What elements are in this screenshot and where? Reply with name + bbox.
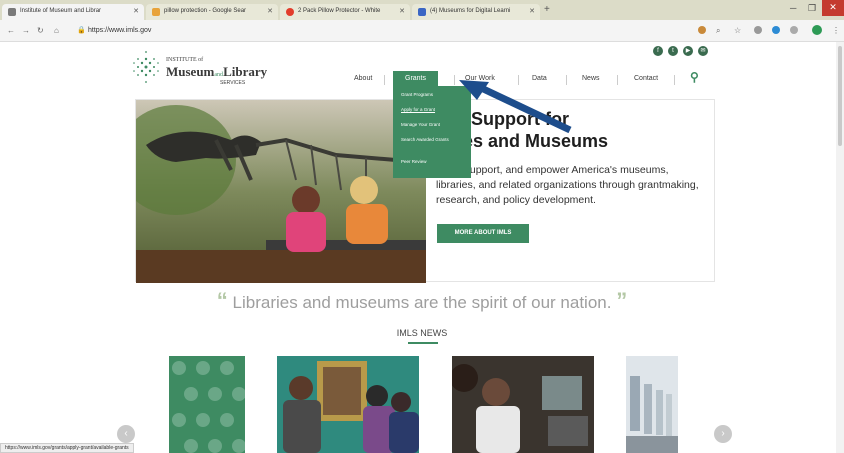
nav-grants[interactable]: Grants <box>393 71 439 86</box>
close-window-button[interactable]: ✕ <box>822 0 844 16</box>
imls-favicon-icon <box>8 8 16 16</box>
search-icon[interactable]: ⚲ <box>690 70 699 84</box>
page-scrollbar[interactable] <box>836 42 844 453</box>
lock-icon: 🔒 <box>77 27 86 34</box>
tagline-quote: “ Libraries and museums are the spirit o… <box>216 288 628 313</box>
tab-google-search[interactable]: pillow protection - Google Sear ✕ <box>146 4 278 20</box>
news-card-library-computers[interactable] <box>626 356 678 453</box>
tab-museums-digital[interactable]: (4) Museums for Digital Learni ✕ <box>412 4 540 20</box>
extension-icon[interactable] <box>754 26 762 34</box>
new-tab-button[interactable]: + <box>544 4 550 15</box>
close-quote-mark: ” <box>616 288 628 313</box>
news-heading-underline <box>408 342 438 344</box>
extension-icon[interactable] <box>698 26 706 34</box>
dinosaur-skeleton-image <box>136 105 426 283</box>
menu-item-peer-review[interactable]: Peer Review <box>393 159 471 174</box>
minimize-button[interactable]: ─ <box>790 3 796 13</box>
back-icon[interactable]: ← <box>7 26 15 35</box>
annotation-arrow-icon <box>459 80 572 134</box>
url-field[interactable]: 🔒 https://www.imls.gov <box>72 23 682 38</box>
open-quote-mark: “ <box>216 288 228 313</box>
email-icon[interactable]: ✉ <box>698 46 708 56</box>
profile-avatar[interactable] <box>812 25 822 35</box>
computer-lab-photo <box>452 356 594 453</box>
zoom-icon[interactable]: ⌕ <box>716 26 720 36</box>
nav-news[interactable]: News <box>582 75 600 82</box>
museum-visitors-photo <box>283 361 419 453</box>
more-about-imls-button[interactable]: MORE ABOUT IMLS <box>437 224 529 243</box>
extension-icon[interactable] <box>790 26 798 34</box>
carousel-prev-button[interactable]: ‹ <box>117 425 135 443</box>
menu-kebab-icon[interactable]: ⋮ <box>832 26 840 35</box>
tab-imls[interactable]: Institute of Museum and Librar ✕ <box>2 4 144 20</box>
nav-divider <box>384 75 385 85</box>
nav-divider <box>674 75 675 85</box>
address-bar-row: ← → ↻ ⌂ 🔒 https://www.imls.gov ⌕ ☆ ⋮ <box>0 20 844 42</box>
tab-pillow-protector[interactable]: 2 Pack Pillow Protector - White ✕ <box>280 4 410 20</box>
news-card-museum-teens[interactable] <box>277 356 419 453</box>
facebook-icon[interactable]: f <box>653 46 663 56</box>
status-bar-link-preview: https://www.imls.gov/grants/apply-grant/… <box>0 443 134 453</box>
hero-photo-dinosaur <box>136 100 426 283</box>
nav-about[interactable]: About <box>354 75 372 82</box>
facebook-favicon-icon <box>418 8 426 16</box>
carousel-next-button[interactable]: › <box>714 425 732 443</box>
library-computers-photo <box>626 376 678 453</box>
home-icon[interactable]: ⌂ <box>54 26 59 35</box>
browser-window: Institute of Museum and Librar ✕ pillow … <box>0 0 844 453</box>
youtube-icon[interactable]: ▶ <box>683 46 693 56</box>
forward-icon[interactable]: → <box>22 26 30 35</box>
news-card-pattern[interactable] <box>169 356 245 453</box>
twitter-icon[interactable]: t <box>668 46 678 56</box>
news-card-computer-lab[interactable] <box>452 356 594 453</box>
maximize-button[interactable]: ❐ <box>808 3 816 14</box>
close-tab-icon[interactable]: ✕ <box>399 7 405 15</box>
hero-description: ance, support, and empower America's mus… <box>436 164 699 206</box>
imls-logo[interactable]: INSTITUTE of MuseumandLibrary SERVICES <box>132 47 272 87</box>
close-tab-icon[interactable]: ✕ <box>267 7 273 15</box>
reload-icon[interactable]: ↻ <box>37 26 44 35</box>
target-favicon-icon <box>286 8 294 16</box>
news-heading: IMLS NEWS <box>396 328 448 338</box>
dot-pattern-image <box>172 361 245 453</box>
close-tab-icon[interactable]: ✕ <box>529 7 535 15</box>
webpage: INSTITUTE of MuseumandLibrary SERVICES f… <box>0 42 844 453</box>
extension-icon[interactable] <box>772 26 780 34</box>
nav-contact[interactable]: Contact <box>634 75 658 82</box>
close-tab-icon[interactable]: ✕ <box>133 7 139 15</box>
google-favicon-icon <box>152 8 160 16</box>
nav-divider <box>617 75 618 85</box>
menu-item-search-awarded-grants[interactable]: Search Awarded Grants <box>393 137 471 159</box>
logo-burst-icon <box>133 51 159 83</box>
bookmark-star-icon[interactable]: ☆ <box>734 26 741 35</box>
tab-bar: Institute of Museum and Librar ✕ pillow … <box>0 0 844 20</box>
